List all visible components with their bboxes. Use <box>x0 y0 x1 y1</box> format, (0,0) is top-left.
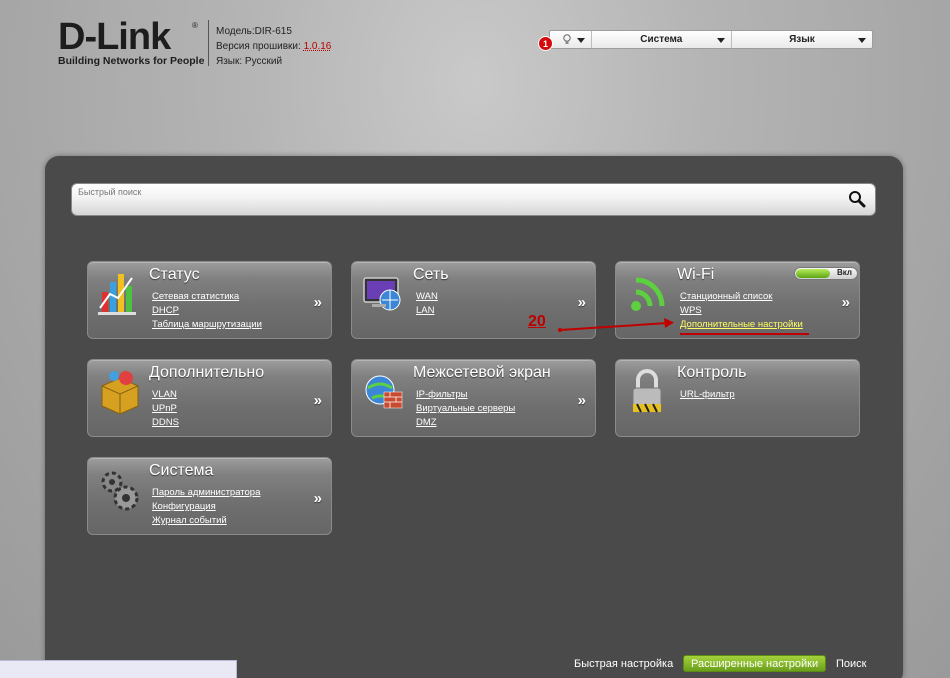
chevron-down-icon <box>576 38 585 43</box>
logo-wordmark: D-Link <box>58 16 171 58</box>
tile-control: Контроль URL-фильтр <box>615 359 860 437</box>
firmware-version-link[interactable]: 1.0.16 <box>304 41 332 52</box>
device-language: Язык: Русский <box>216 56 283 67</box>
wifi-toggle-knob <box>796 269 830 278</box>
tile-advanced-chevron[interactable]: » <box>314 392 322 409</box>
wifi-toggle[interactable]: Вкл <box>794 267 858 280</box>
link-virtual-servers[interactable]: Виртуальные серверы <box>416 402 515 416</box>
tile-system-chevron[interactable]: » <box>314 490 322 507</box>
search-icon[interactable] <box>848 190 866 208</box>
link-advanced-settings[interactable]: Дополнительные настройки <box>680 318 803 332</box>
link-dhcp[interactable]: DHCP <box>152 304 262 318</box>
firewall-icon <box>365 375 403 409</box>
header-divider <box>208 20 209 66</box>
link-network-stats[interactable]: Сетевая статистика <box>152 290 262 304</box>
tile-network-title: Сеть <box>413 266 449 283</box>
chevron-down-icon <box>716 38 725 43</box>
tile-advanced-links: VLAN UPnP DDNS <box>152 388 179 430</box>
tile-system-links: Пароль администратора Конфигурация Журна… <box>152 486 260 528</box>
network-globe-icon <box>363 277 401 311</box>
tile-firewall-title: Межсетевой экран <box>413 364 551 381</box>
tile-advanced-title: Дополнительно <box>149 364 265 381</box>
link-lan[interactable]: LAN <box>416 304 438 318</box>
tile-advanced: Дополнительно VLAN UPnP DDNS » <box>87 359 332 437</box>
language-menu-label: Язык <box>789 34 815 45</box>
annotation-arrow <box>558 318 674 332</box>
lightbulb-icon <box>563 34 571 44</box>
link-station-list[interactable]: Станционный список <box>680 290 803 304</box>
top-toolbar: Система Язык <box>549 30 873 49</box>
box-icon <box>101 371 139 415</box>
tile-control-title: Контроль <box>677 364 747 381</box>
language-menu[interactable]: Язык <box>732 31 872 48</box>
link-configuration[interactable]: Конфигурация <box>152 500 260 514</box>
link-event-log[interactable]: Журнал событий <box>152 514 260 528</box>
notification-badge: 1 <box>538 36 553 51</box>
device-info: Модель:DIR-615 Версия прошивки: 1.0.16 Я… <box>216 24 331 69</box>
gears-icon <box>101 471 139 511</box>
firmware-info: Версия прошивки: 1.0.16 <box>216 39 331 54</box>
tile-firewall-links: IP-фильтры Виртуальные серверы DMZ <box>416 388 515 430</box>
link-wps[interactable]: WPS <box>680 304 803 318</box>
tile-firewall-chevron[interactable]: » <box>578 392 586 409</box>
tile-status-chevron[interactable]: » <box>314 294 322 311</box>
search-placeholder: Быстрый поиск <box>78 187 142 197</box>
padlock-icon <box>632 369 662 413</box>
quick-search-field[interactable]: Быстрый поиск <box>71 183 876 216</box>
link-ddns[interactable]: DDNS <box>152 416 179 430</box>
bottom-left-bar <box>0 660 237 678</box>
link-wan[interactable]: WAN <box>416 290 438 304</box>
device-model: Модель:DIR-615 <box>216 26 292 37</box>
link-ip-filters[interactable]: IP-фильтры <box>416 388 515 402</box>
system-menu-label: Система <box>640 34 683 45</box>
link-vlan[interactable]: VLAN <box>152 388 179 402</box>
tile-wifi-links: Станционный список WPS Дополнительные на… <box>680 290 803 332</box>
tile-system: Система Пароль администратора Конфигурац… <box>87 457 332 535</box>
tile-firewall: Межсетевой экран IP-фильтры Виртуальные … <box>351 359 596 437</box>
link-dmz[interactable]: DMZ <box>416 416 515 430</box>
link-admin-password[interactable]: Пароль администратора <box>152 486 260 500</box>
logo-tagline: Building Networks for People <box>58 55 205 67</box>
tile-wifi-chevron[interactable]: » <box>842 294 850 311</box>
firmware-label: Версия прошивки: <box>216 41 304 52</box>
notifications-button[interactable] <box>550 31 592 48</box>
search-link[interactable]: Поиск <box>836 655 866 672</box>
tile-control-links: URL-фильтр <box>680 388 735 402</box>
tile-system-title: Система <box>149 462 214 479</box>
link-upnp[interactable]: UPnP <box>152 402 179 416</box>
annotation-underline <box>680 333 809 335</box>
link-url-filter[interactable]: URL-фильтр <box>680 388 735 402</box>
tile-wifi-title: Wi-Fi <box>677 266 715 283</box>
bar-chart-icon <box>98 274 136 315</box>
chevron-down-icon <box>858 38 866 43</box>
quick-setup-link[interactable]: Быстрая настройка <box>574 655 673 672</box>
dlink-logo: D-Link ® Building Networks for People <box>58 16 205 67</box>
tile-network-chevron[interactable]: » <box>578 294 586 311</box>
tile-status: Статус Сетевая статистика DHCP Таблица м… <box>87 261 332 339</box>
logo-registered-mark: ® <box>192 21 198 30</box>
advanced-settings-button[interactable]: Расширенные настройки <box>683 655 827 672</box>
wifi-toggle-label: Вкл <box>837 268 852 277</box>
link-routing-table[interactable]: Таблица маршрутизации <box>152 318 262 332</box>
tile-status-links: Сетевая статистика DHCP Таблица маршрути… <box>152 290 262 332</box>
tile-network-links: WAN LAN <box>416 290 438 318</box>
tile-status-title: Статус <box>149 266 200 283</box>
system-menu[interactable]: Система <box>592 31 732 48</box>
